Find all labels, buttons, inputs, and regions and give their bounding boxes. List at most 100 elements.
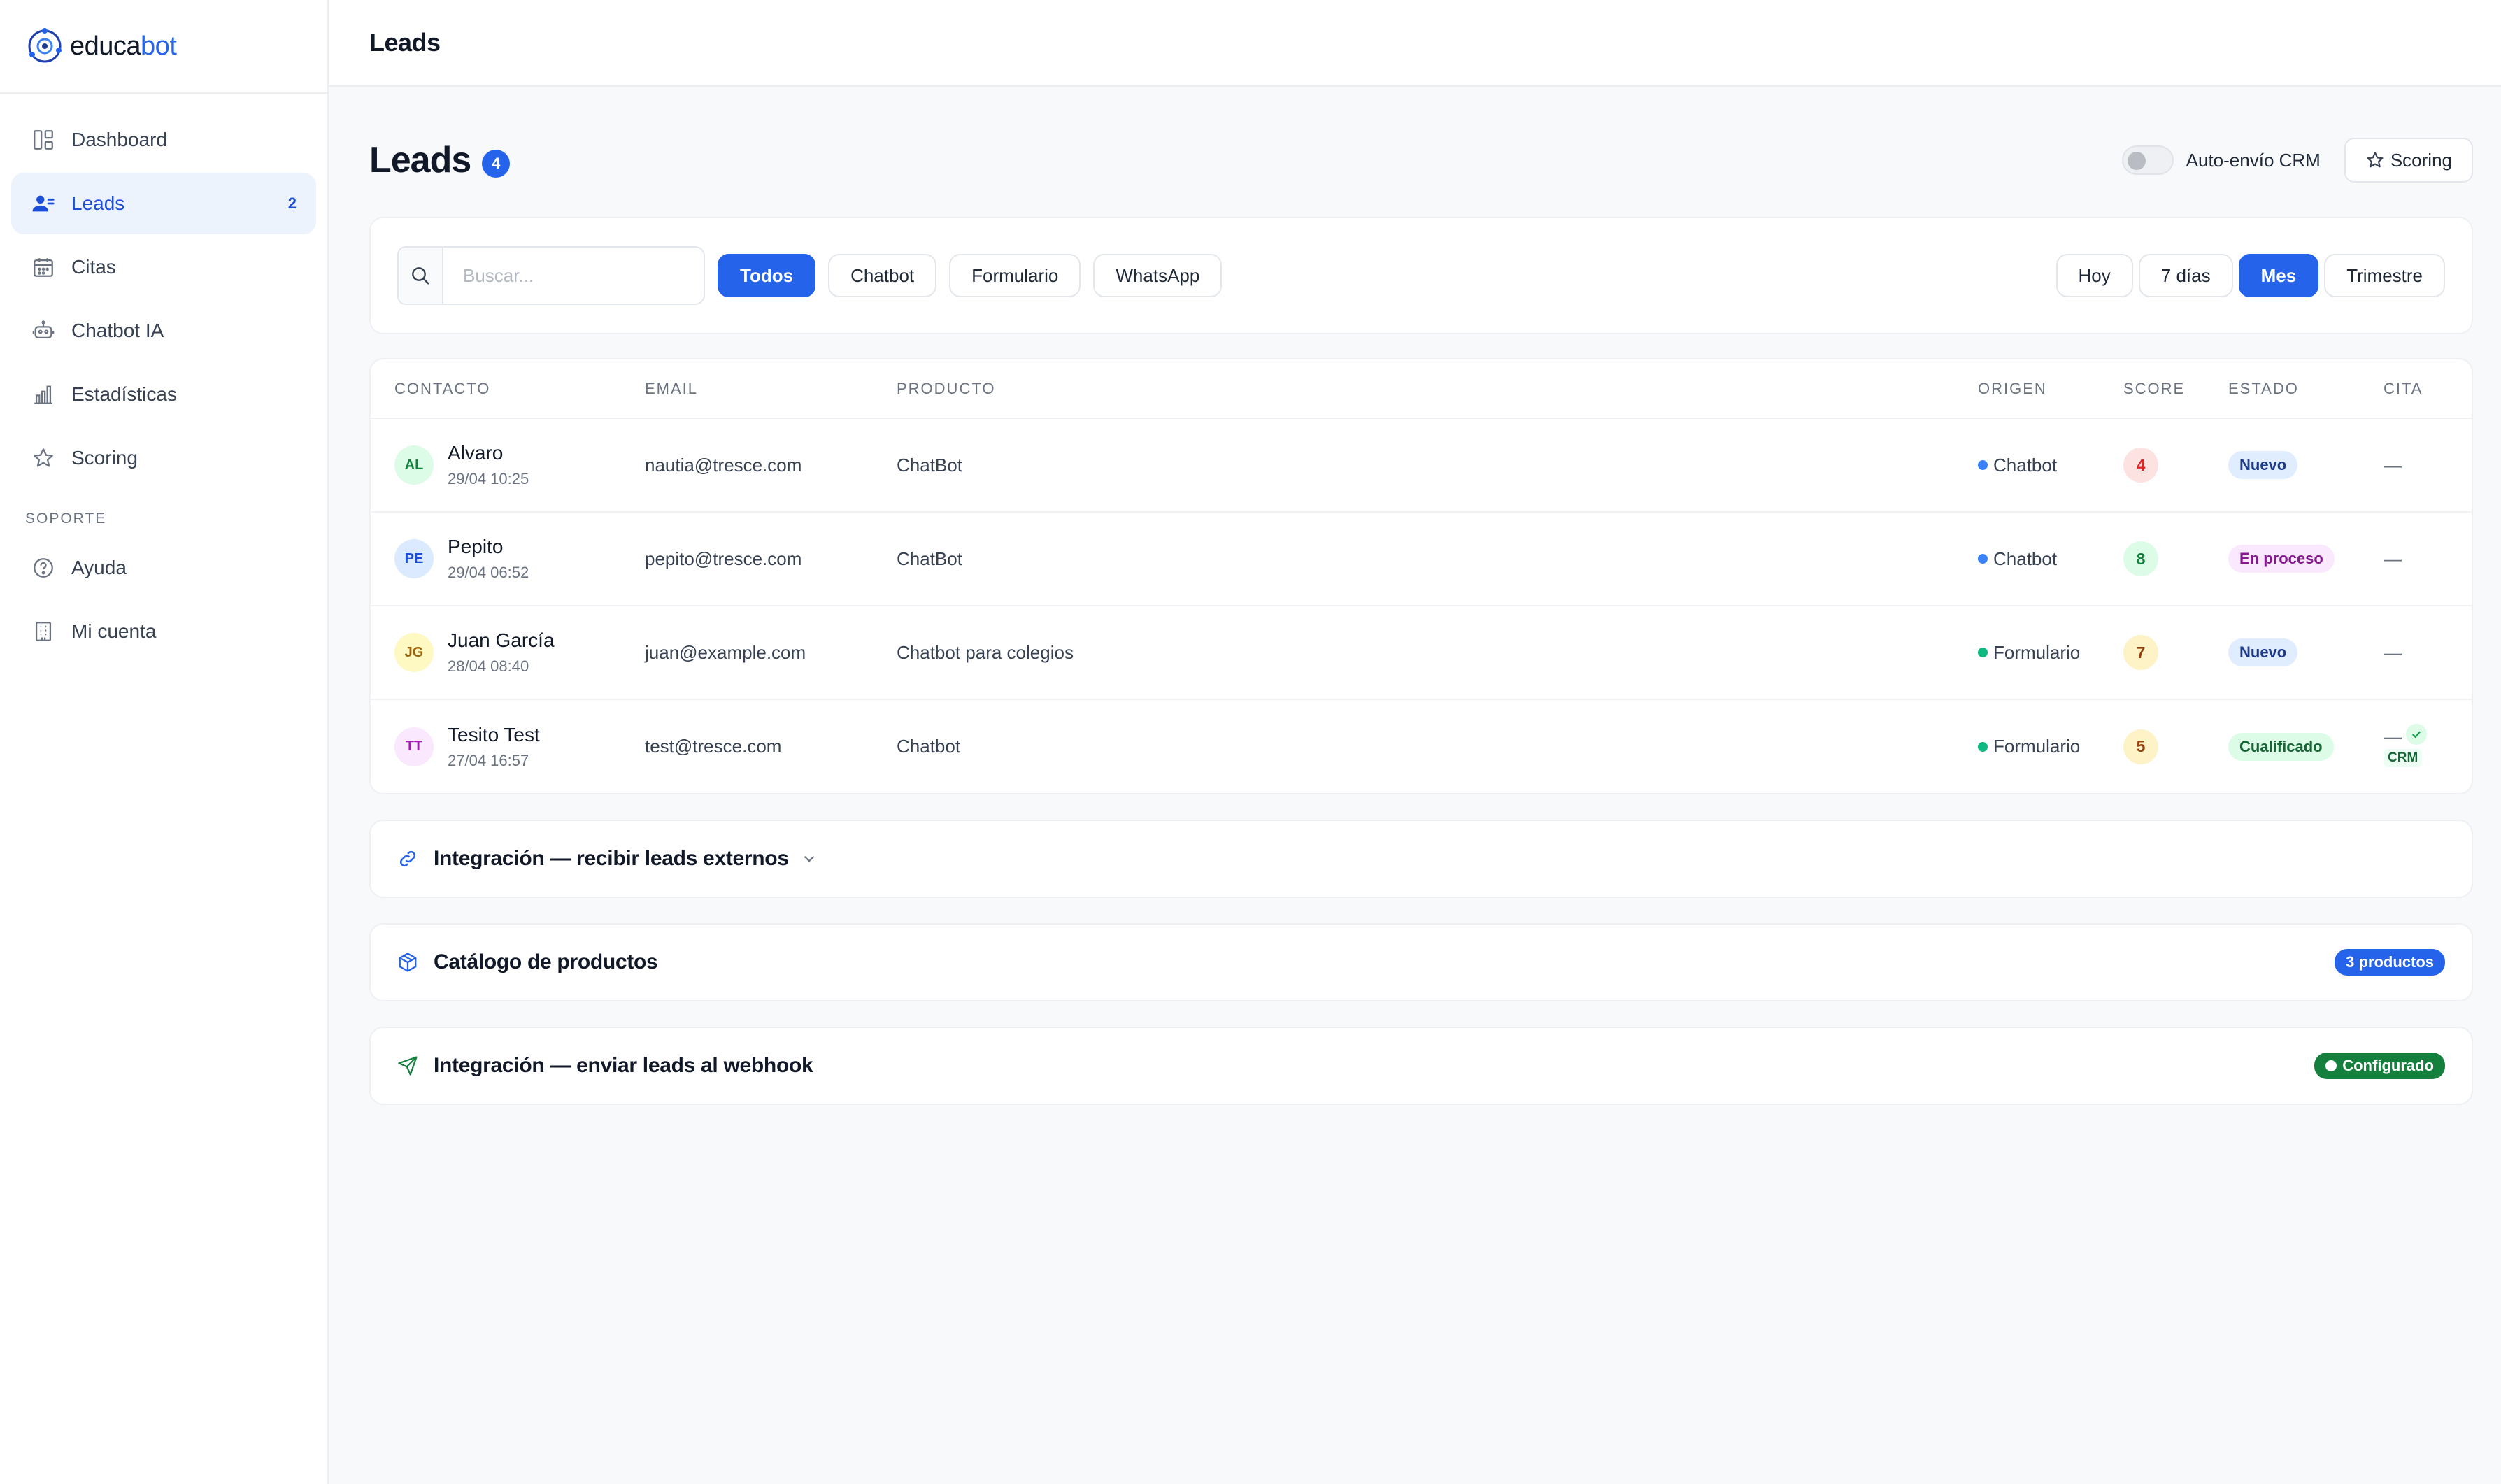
column-header-score[interactable]: SCORE xyxy=(2100,359,2204,419)
topbar: Leads xyxy=(329,0,2501,87)
period-chip-trimestre[interactable]: Trimestre xyxy=(2324,254,2445,297)
contact-date: 27/04 16:57 xyxy=(448,751,529,769)
period-chip-hoy[interactable]: Hoy xyxy=(2055,254,2133,297)
filter-bar: Todos Chatbot Formulario WhatsApp Hoy 7 … xyxy=(369,217,2473,334)
avatar: JG xyxy=(394,633,434,672)
calendar-icon xyxy=(31,255,56,280)
contact-cell: AL Alvaro 29/04 10:25 xyxy=(394,442,621,488)
period-chip-7-dias[interactable]: 7 días xyxy=(2138,254,2233,297)
status-dot xyxy=(2325,1060,2337,1071)
status-badge: Cualificado xyxy=(2228,732,2334,761)
table-row[interactable]: TT Tesito Test 27/04 16:57 test@tresce.co… xyxy=(371,699,2472,793)
sidebar-item-citas[interactable]: Citas xyxy=(11,236,316,298)
cita-cell: — xyxy=(2360,512,2472,606)
content: Leads 4 Auto-envío CRM Scoring Todos xyxy=(369,87,2473,1105)
email-cell: juan@example.com xyxy=(621,606,873,700)
column-header-producto[interactable]: PRODUCTO xyxy=(873,359,1954,419)
filter-chip-formulario[interactable]: Formulario xyxy=(949,254,1081,297)
page-title: Leads xyxy=(369,140,471,180)
main-area: Leads Leads 4 Auto-envío CRM Scoring Bus… xyxy=(329,0,2501,1484)
origin-cell: Formulario xyxy=(1978,736,2100,757)
filter-chip-todos[interactable]: Todos xyxy=(718,254,816,297)
sidebar-item-label: Leads xyxy=(71,192,125,214)
brand-name-part1: educa xyxy=(70,31,141,61)
score-badge: 8 xyxy=(2123,541,2158,576)
origin-label: Formulario xyxy=(1993,736,2081,757)
sidebar-item-count: 2 xyxy=(287,194,297,212)
page-header: Leads 4 Auto-envío CRM Scoring xyxy=(369,87,2473,217)
cita-cell: — CRM xyxy=(2384,723,2472,767)
search-icon-box[interactable] xyxy=(397,246,443,305)
column-header-cita[interactable]: CITA xyxy=(2360,359,2472,419)
star-icon xyxy=(2367,152,2384,168)
product-catalog-section[interactable]: Catálogo de productos 3 productos xyxy=(369,923,2473,1001)
column-header-origen[interactable]: ORIGEN xyxy=(1954,359,2100,419)
sidebar-item-scoring[interactable]: Scoring xyxy=(11,427,316,489)
avatar: AL xyxy=(394,445,434,485)
sidebar-item-label: Scoring xyxy=(71,447,138,469)
sidebar-item-label: Citas xyxy=(71,256,116,278)
robot-icon xyxy=(31,318,56,343)
send-icon xyxy=(397,1054,421,1078)
topbar-title: Leads xyxy=(369,28,441,57)
integration-receive-title: Integración — recibir leads externos xyxy=(434,847,789,870)
filter-chip-whatsapp[interactable]: WhatsApp xyxy=(1093,254,1223,297)
link-icon xyxy=(397,847,421,871)
origin-dot xyxy=(1978,648,1988,657)
origin-cell: Chatbot xyxy=(1978,455,2100,476)
contact-date: 29/04 06:52 xyxy=(448,564,529,581)
contact-name: Juan García xyxy=(448,629,555,651)
sidebar-item-ayuda[interactable]: Ayuda xyxy=(11,537,316,599)
search-input[interactable] xyxy=(442,246,705,305)
avatar: PE xyxy=(394,539,434,578)
contact-cell: JG Juan García 28/04 08:40 xyxy=(394,629,621,676)
column-header-estado[interactable]: ESTADO xyxy=(2204,359,2360,419)
product-count-badge: 3 productos xyxy=(2335,949,2445,976)
sidebar-item-label: Estadísticas xyxy=(71,383,177,405)
table-row[interactable]: AL Alvaro 29/04 10:25 nautia@tresce.com C… xyxy=(371,418,2472,513)
status-badge: Nuevo xyxy=(2228,451,2298,479)
email-cell: pepito@tresce.com xyxy=(621,512,873,606)
integration-receive-section[interactable]: Integración — recibir leads externos xyxy=(369,820,2473,898)
cita-cell: — xyxy=(2360,418,2472,513)
filter-chip-chatbot[interactable]: Chatbot xyxy=(828,254,937,297)
app-root: educabot Dashboard Leads 2 Citas Chatbot… xyxy=(0,0,2501,1484)
origin-dot xyxy=(1978,741,1988,752)
product-cell: Chatbot xyxy=(897,736,961,757)
contact-cell: TT Tesito Test 27/04 16:57 xyxy=(394,724,621,770)
sidebar-item-chatbot-ia[interactable]: Chatbot IA xyxy=(11,300,316,362)
product-catalog-title: Catálogo de productos xyxy=(434,950,658,973)
sidebar-section-label: SOPORTE xyxy=(25,511,107,527)
contact-name: Pepito xyxy=(448,536,504,557)
status-badge: En proceso xyxy=(2228,545,2335,573)
scoring-button[interactable]: Scoring xyxy=(2344,138,2473,183)
product-cell: Chatbot para colegios xyxy=(873,606,1954,700)
package-icon xyxy=(397,950,421,974)
main-nav: Dashboard Leads 2 Citas Chatbot IA Estad… xyxy=(0,94,327,662)
configured-label: Configurado xyxy=(2342,1057,2434,1074)
origin-cell: Chatbot xyxy=(1978,548,2100,570)
origin-label: Formulario xyxy=(1993,641,2081,663)
score-badge: 4 xyxy=(2123,448,2158,483)
brand-name: educabot xyxy=(70,31,177,62)
table-row[interactable]: PE Pepito 29/04 06:52 pepito@tresce.com C… xyxy=(371,512,2472,606)
sidebar: educabot Dashboard Leads 2 Citas Chatbot… xyxy=(0,0,329,1484)
auto-envio-crm-toggle[interactable] xyxy=(2121,145,2174,175)
scoring-button-label: Scoring xyxy=(2390,149,2452,171)
table-row[interactable]: JG Juan García 28/04 08:40 juan@example.c… xyxy=(371,606,2472,700)
sidebar-item-estadisticas[interactable]: Estadísticas xyxy=(11,364,316,425)
sidebar-item-dashboard[interactable]: Dashboard xyxy=(11,109,316,171)
sidebar-item-mi-cuenta[interactable]: Mi cuenta xyxy=(11,601,316,662)
dashboard-icon xyxy=(31,127,56,152)
column-header-email[interactable]: EMAIL xyxy=(621,359,873,419)
leads-count-badge: 4 xyxy=(482,150,511,178)
column-header-contacto[interactable]: CONTACTO xyxy=(371,359,621,419)
auto-envio-crm-label: Auto-envío CRM xyxy=(2186,149,2321,171)
integration-webhook-section[interactable]: Integración — enviar leads al webhook Co… xyxy=(369,1027,2473,1105)
sidebar-item-leads[interactable]: Leads 2 xyxy=(11,173,316,234)
logo[interactable]: educabot xyxy=(0,0,327,94)
period-chip-mes[interactable]: Mes xyxy=(2238,254,2319,297)
brand-name-part2: bot xyxy=(141,31,177,61)
users-icon xyxy=(31,191,56,216)
star-icon xyxy=(31,445,56,471)
